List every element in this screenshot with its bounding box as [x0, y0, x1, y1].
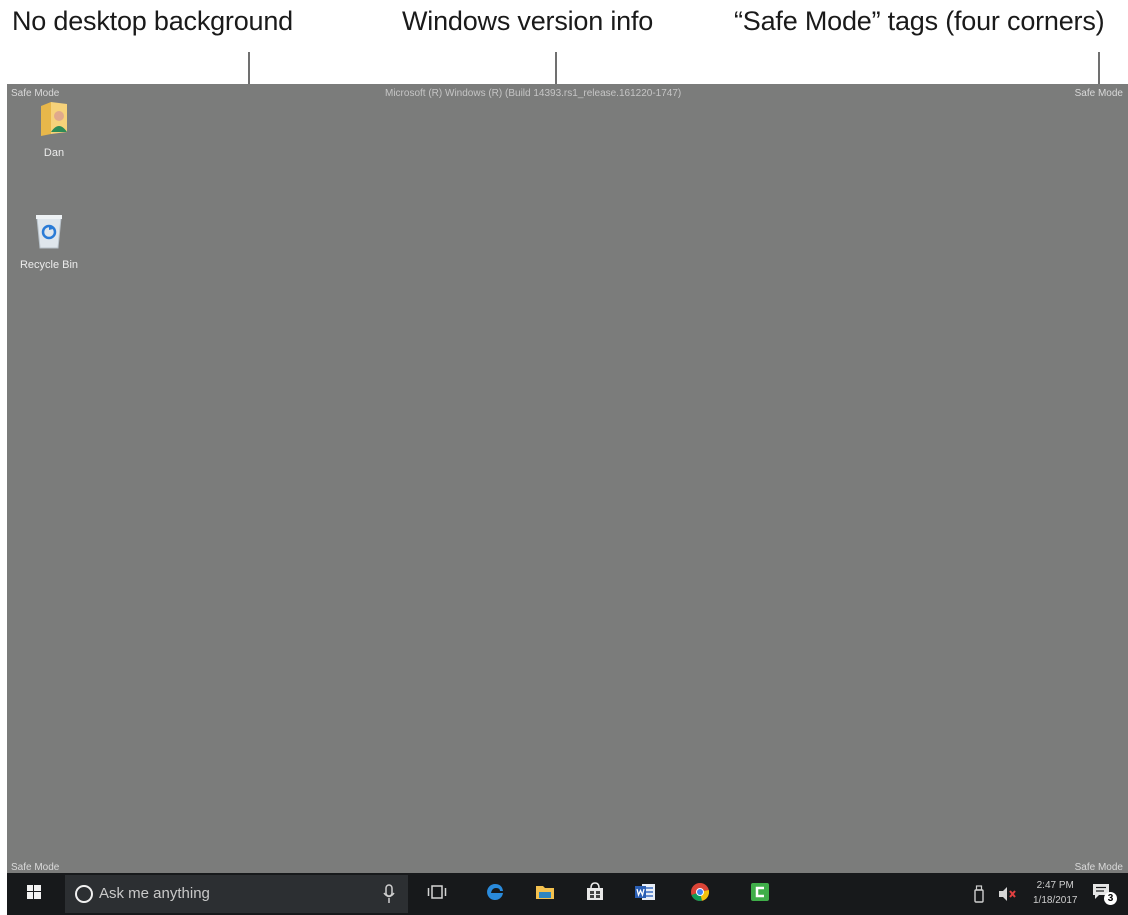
camtasia-icon	[750, 882, 770, 907]
callout-no-desktop-background: No desktop background	[12, 6, 293, 36]
safe-mode-tag-top-right: Safe Mode	[1074, 88, 1123, 99]
start-button[interactable]	[7, 873, 61, 915]
file-explorer-button[interactable]	[527, 873, 563, 915]
action-center-button[interactable]: 3	[1083, 873, 1127, 915]
safe-mode-desktop[interactable]: Safe Mode Safe Mode Safe Mode Safe Mode …	[7, 84, 1128, 915]
taskbar-clock[interactable]: 2:47 PM 1/18/2017	[1033, 878, 1078, 908]
user-folder-icon	[19, 98, 89, 141]
desktop-icon-label-user: Dan	[43, 147, 65, 159]
microphone-icon[interactable]	[383, 884, 395, 909]
edge-icon	[485, 882, 505, 907]
usb-device-icon[interactable]	[973, 885, 985, 908]
clock-date: 1/18/2017	[1033, 895, 1078, 906]
desktop-icon-recycle-bin[interactable]: Recycle Bin	[14, 212, 84, 271]
cortana-search-box[interactable]: Ask me anything	[65, 875, 408, 913]
word-button[interactable]	[627, 873, 663, 915]
cortana-circle-icon	[75, 885, 93, 903]
desktop-icon-user-folder[interactable]: Dan	[19, 98, 89, 159]
chrome-button[interactable]	[682, 873, 718, 915]
edge-browser-button[interactable]	[477, 873, 513, 915]
word-icon	[634, 882, 656, 907]
chrome-icon	[690, 882, 710, 907]
store-button[interactable]	[577, 873, 613, 915]
windows-version-info: Microsoft (R) Windows (R) (Build 14393.r…	[385, 88, 682, 99]
annotated-screenshot: No desktop background Windows version in…	[0, 0, 1128, 915]
notification-count-badge: 3	[1104, 892, 1117, 905]
clock-time: 2:47 PM	[1036, 880, 1074, 891]
desktop-icon-label-recycle-bin: Recycle Bin	[19, 259, 79, 271]
task-view-button[interactable]	[419, 873, 455, 915]
camtasia-button[interactable]	[742, 873, 778, 915]
search-placeholder: Ask me anything	[99, 885, 210, 902]
taskbar: Ask me anything 2:47 PM 1/18/2017 3	[7, 873, 1128, 915]
volume-muted-icon[interactable]	[997, 885, 1017, 908]
store-icon	[585, 881, 605, 907]
windows-logo-icon	[27, 884, 41, 904]
callout-windows-version-info: Windows version info	[402, 6, 654, 36]
file-explorer-icon	[535, 883, 555, 906]
task-view-icon	[427, 884, 447, 904]
callout-safe-mode-tags: “Safe Mode” tags (four corners)	[734, 6, 1105, 36]
notifications-icon: 3	[1092, 883, 1118, 905]
recycle-bin-icon	[14, 212, 84, 253]
